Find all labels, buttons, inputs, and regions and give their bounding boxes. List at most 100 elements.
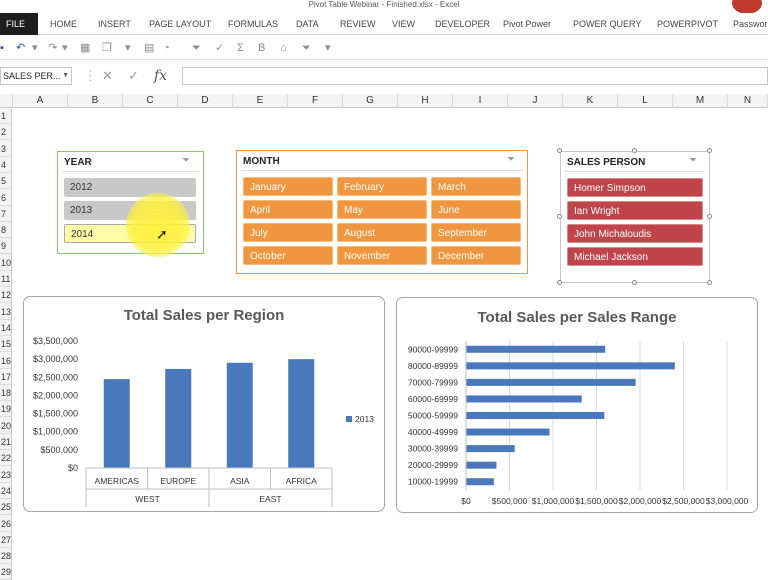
- sales-range-chart[interactable]: Total Sales per Sales Range $0 $500,000 $1…: [396, 297, 758, 513]
- row-header[interactable]: 22: [0, 450, 11, 467]
- tab-page-layout[interactable]: PAGE LAYOUT: [149, 13, 211, 35]
- tab-formulas[interactable]: FORMULAS: [228, 13, 278, 35]
- slicer-item-december[interactable]: December: [431, 246, 521, 265]
- slicer-item-john-michaloudis[interactable]: John Michaloudis: [567, 224, 703, 243]
- slicer-item-november[interactable]: November: [337, 246, 427, 265]
- row-header[interactable]: 19: [0, 401, 11, 418]
- sales-person-slicer[interactable]: SALES PERSON ⏷ Homer Simpson Ian Wright …: [560, 151, 710, 283]
- save-icon[interactable]: ▪: [0, 41, 4, 55]
- cancel-icon[interactable]: ✕: [102, 67, 113, 85]
- fx-icon[interactable]: fx: [154, 67, 167, 85]
- shapes-icon[interactable]: ◔: [163, 41, 170, 55]
- slicer-item-august[interactable]: August: [337, 223, 427, 242]
- camera-icon[interactable]: ⌂: [280, 41, 287, 55]
- grid-icon[interactable]: ▤: [144, 41, 154, 55]
- row-header[interactable]: 14: [0, 320, 11, 336]
- tab-password[interactable]: Passwor: [733, 13, 768, 35]
- column-header[interactable]: C: [123, 94, 178, 108]
- row-header[interactable]: 29: [0, 564, 11, 580]
- tab-power-query[interactable]: POWER QUERY: [573, 13, 641, 35]
- tab-pivot-power[interactable]: Pivot Power: [503, 13, 551, 35]
- format-icon[interactable]: ▦: [80, 41, 90, 55]
- column-header[interactable]: J: [508, 94, 563, 108]
- undo-dropdown-icon[interactable]: ▾: [32, 41, 38, 55]
- region-sales-chart[interactable]: Total Sales per Region $3,500,000 $3,000,…: [23, 296, 385, 512]
- row-header[interactable]: 26: [0, 516, 11, 532]
- slicer-item-april[interactable]: April: [243, 200, 333, 219]
- row-header[interactable]: 4: [0, 157, 11, 173]
- resize-handle[interactable]: [557, 148, 562, 153]
- tab-insert[interactable]: INSERT: [98, 13, 131, 35]
- slicer-item-michael-jackson[interactable]: Michael Jackson: [567, 247, 703, 266]
- row-header[interactable]: 21: [0, 434, 11, 450]
- account-icon[interactable]: [732, 0, 762, 14]
- sum-icon[interactable]: Σ: [237, 41, 244, 55]
- clear-filter-icon[interactable]: ⏷: [192, 41, 201, 55]
- column-header[interactable]: K: [563, 94, 618, 108]
- clear-filter-icon[interactable]: ⏷: [182, 155, 190, 166]
- tab-developer[interactable]: DEVELOPER: [435, 13, 490, 35]
- row-header[interactable]: 6: [0, 190, 11, 206]
- row-header[interactable]: 24: [0, 483, 11, 499]
- slicer-item-2012[interactable]: 2012: [64, 178, 196, 197]
- check-icon[interactable]: ✓: [215, 41, 224, 55]
- slicer-item-october[interactable]: October: [243, 246, 333, 265]
- name-box[interactable]: SALES PER... ▼: [0, 67, 72, 85]
- tab-powerpivot[interactable]: POWERPIVOT: [657, 13, 718, 35]
- undo-icon[interactable]: ↶: [16, 41, 25, 55]
- resize-handle[interactable]: [632, 148, 637, 153]
- select-all-corner[interactable]: [0, 94, 13, 108]
- filter-icon[interactable]: ⏷: [302, 41, 311, 55]
- clear-filter-icon[interactable]: ⏷: [689, 155, 697, 166]
- resize-handle[interactable]: [707, 280, 712, 285]
- row-header[interactable]: 8: [0, 222, 11, 239]
- slicer-item-march[interactable]: March: [431, 177, 521, 196]
- row-header[interactable]: 5: [0, 173, 11, 190]
- column-header[interactable]: L: [618, 94, 673, 108]
- column-header[interactable]: G: [343, 94, 398, 108]
- row-header[interactable]: 16: [0, 353, 11, 369]
- bold-icon[interactable]: B: [258, 41, 265, 55]
- copy-icon[interactable]: ❐: [102, 41, 112, 55]
- column-header[interactable]: F: [288, 94, 343, 108]
- row-header[interactable]: 23: [0, 467, 11, 483]
- customize-icon[interactable]: ▾: [325, 41, 331, 55]
- dropdown-icon[interactable]: ▾: [125, 41, 131, 55]
- row-header[interactable]: 10: [0, 255, 11, 271]
- row-header[interactable]: 1: [0, 108, 11, 124]
- tab-data[interactable]: DATA: [296, 13, 319, 35]
- tab-file[interactable]: FILE: [0, 13, 38, 35]
- column-header[interactable]: B: [68, 94, 123, 108]
- row-header[interactable]: 12: [0, 287, 11, 304]
- row-header[interactable]: 25: [0, 499, 11, 516]
- row-header[interactable]: 9: [0, 238, 11, 255]
- clear-filter-icon[interactable]: ⏷: [507, 154, 515, 165]
- column-header[interactable]: D: [178, 94, 233, 108]
- resize-handle[interactable]: [707, 148, 712, 153]
- row-header[interactable]: 20: [0, 418, 11, 434]
- enter-icon[interactable]: ✓: [128, 67, 139, 85]
- row-header[interactable]: 7: [0, 206, 11, 222]
- tab-review[interactable]: REVIEW: [340, 13, 376, 35]
- column-header[interactable]: M: [673, 94, 728, 108]
- slicer-item-january[interactable]: January: [243, 177, 333, 196]
- formula-input[interactable]: [182, 67, 768, 85]
- column-header[interactable]: A: [13, 94, 68, 108]
- row-header[interactable]: 15: [0, 336, 11, 353]
- row-header[interactable]: 3: [0, 141, 11, 157]
- slicer-item-ian-wright[interactable]: Ian Wright: [567, 201, 703, 220]
- column-header[interactable]: I: [453, 94, 508, 108]
- row-header[interactable]: 18: [0, 385, 11, 402]
- redo-dropdown-icon[interactable]: ▾: [62, 41, 68, 55]
- slicer-item-february[interactable]: February: [337, 177, 427, 196]
- resize-handle[interactable]: [632, 280, 637, 285]
- row-header[interactable]: 27: [0, 532, 11, 548]
- tab-view[interactable]: VIEW: [392, 13, 415, 35]
- column-header[interactable]: E: [233, 94, 288, 108]
- slicer-item-homer-simpson[interactable]: Homer Simpson: [567, 178, 703, 197]
- row-header[interactable]: 11: [0, 271, 11, 287]
- tab-home[interactable]: HOME: [50, 13, 77, 35]
- resize-handle[interactable]: [707, 214, 712, 219]
- slicer-item-july[interactable]: July: [243, 223, 333, 242]
- column-header[interactable]: N: [728, 94, 768, 108]
